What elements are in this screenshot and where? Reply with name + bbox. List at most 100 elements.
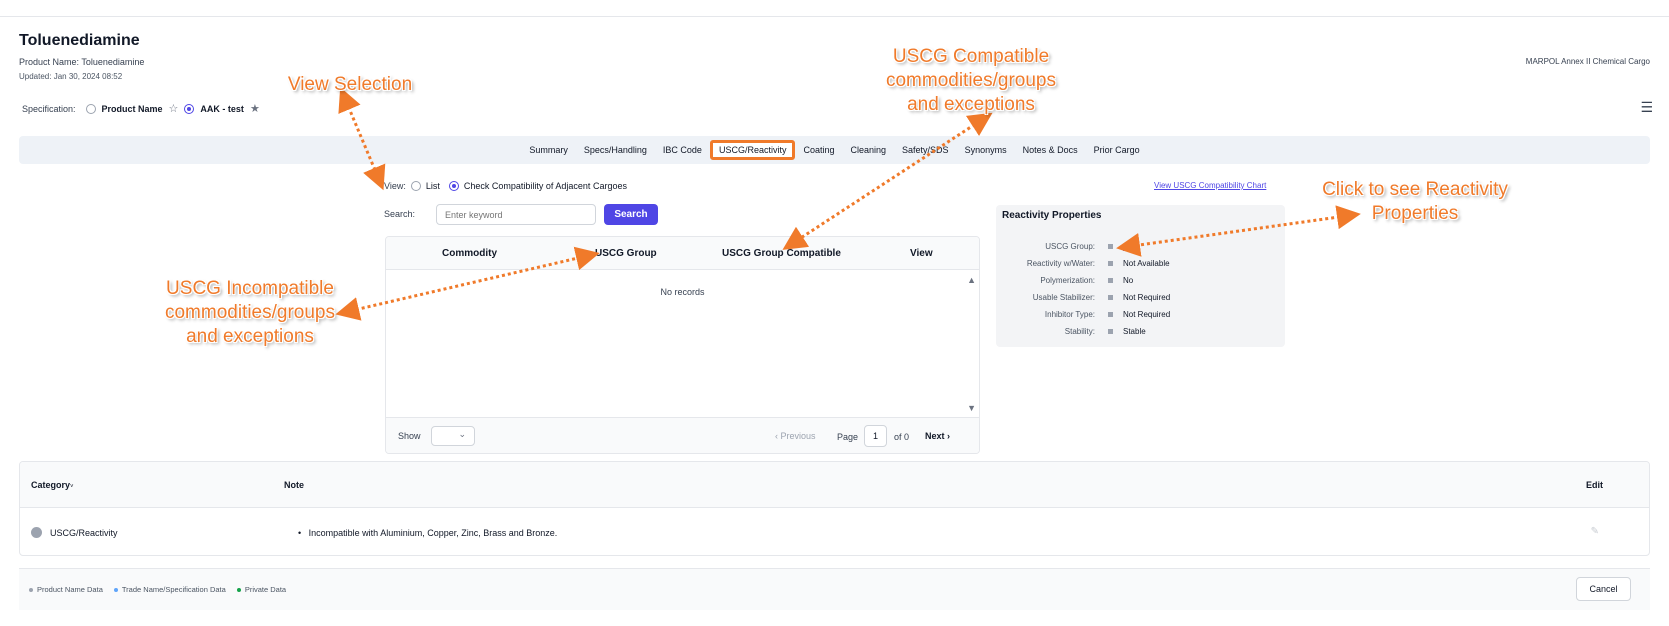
- data-marker: [1108, 261, 1113, 266]
- page-label: Page: [837, 432, 859, 442]
- pagination-bar: Show ‹ Previous Page 1 of 0 Next ›: [386, 417, 979, 453]
- reactivity-key: Stability:: [1064, 327, 1095, 336]
- empty-state: No records: [660, 287, 705, 297]
- cargo-category-label: MARPOL Annex II Chemical Cargo: [1525, 57, 1650, 66]
- reactivity-row: USCG Group: 9: [996, 242, 1285, 256]
- column-category[interactable]: Category˅: [31, 480, 74, 490]
- annotation-reactivity: Click to see Reactivity Properties: [1322, 179, 1508, 224]
- reactivity-row: Stability: Stable: [996, 327, 1285, 341]
- notes-table: Category˅ Note Edit USCG/Reactivity • In…: [19, 461, 1650, 556]
- tab-ibc-code[interactable]: IBC Code: [655, 141, 710, 159]
- data-marker: [1108, 329, 1113, 334]
- reactivity-value: Not Available: [1123, 259, 1170, 268]
- tab-specs-handling[interactable]: Specs/Handling: [576, 141, 655, 159]
- spec-radio-product-name[interactable]: [85, 103, 96, 114]
- specification-selector: Specification: Product Name ☆ AAK - test…: [22, 102, 260, 115]
- spec-option-aak-test[interactable]: AAK - test: [200, 104, 244, 114]
- reactivity-panel: USCG Group: 9 Reactivity w/Water: Not Av…: [996, 205, 1285, 347]
- legend-dot: [236, 588, 241, 593]
- tab-notes-docs[interactable]: Notes & Docs: [1015, 141, 1086, 159]
- view-selector: View: List Check Compatibility of Adjace…: [384, 181, 627, 191]
- tab-cleaning[interactable]: Cleaning: [843, 141, 895, 159]
- show-label: Show: [398, 431, 421, 441]
- previous-button[interactable]: ‹ Previous: [775, 431, 816, 441]
- next-button[interactable]: Next ›: [925, 431, 950, 441]
- note-text-value: Incompatible with Aluminium, Copper, Zin…: [308, 528, 558, 538]
- column-view[interactable]: View: [910, 248, 933, 259]
- legend-item: Private Data: [236, 585, 287, 594]
- edit-icon[interactable]: ✎: [1591, 526, 1599, 537]
- reactivity-value: Not Required: [1123, 293, 1171, 302]
- reactivity-key: Polymerization:: [1040, 276, 1095, 285]
- reactivity-row: Inhibitor Type: Not Required: [996, 310, 1285, 324]
- view-radio-list[interactable]: [410, 181, 421, 191]
- search-label: Search:: [384, 209, 416, 219]
- data-marker: [1108, 244, 1113, 249]
- reactivity-key: Usable Stabilizer:: [1032, 293, 1095, 302]
- scroll-down-icon[interactable]: ▼: [967, 403, 976, 413]
- legend-label: Private Data: [244, 585, 287, 594]
- legend-label: Trade Name/Specification Data: [121, 585, 226, 594]
- column-commodity[interactable]: Commodity: [442, 248, 497, 259]
- tab-coating[interactable]: Coating: [795, 141, 842, 159]
- tab-synonyms[interactable]: Synonyms: [957, 141, 1015, 159]
- data-marker: [1108, 295, 1113, 300]
- tab-uscg-reactivity[interactable]: USCG/Reactivity: [709, 140, 796, 160]
- reactivity-row: Usable Stabilizer: Not Required: [996, 293, 1285, 307]
- column-edit: Edit: [1586, 480, 1603, 490]
- reactivity-key: Reactivity w/Water:: [1026, 259, 1095, 268]
- tab-bar: Summary Specs/Handling IBC Code USCG/Rea…: [19, 136, 1650, 164]
- tab-prior-cargo[interactable]: Prior Cargo: [1086, 141, 1148, 159]
- page-count: of 0: [894, 432, 910, 442]
- commodity-table-header: Commodity USCG Group USCG Group Compatib…: [386, 237, 979, 270]
- reactivity-row: Reactivity w/Water: Not Available: [996, 259, 1285, 273]
- column-category-label: Category: [31, 480, 71, 490]
- page-number-input[interactable]: 1: [864, 425, 887, 447]
- search-input[interactable]: [436, 204, 596, 225]
- spec-radio-aak-test[interactable]: [184, 103, 195, 114]
- compatibility-chart-link[interactable]: View USCG Compatibility Chart: [1154, 181, 1266, 190]
- legend-dot: [29, 588, 33, 593]
- annotation-compatible: USCG Compatible commodities/groups and e…: [885, 46, 1057, 115]
- tab-summary[interactable]: Summary: [521, 141, 576, 159]
- spec-option-product-name[interactable]: Product Name: [102, 104, 163, 114]
- view-option-list[interactable]: List: [426, 181, 440, 191]
- legend-footer: Product Name Data Trade Name/Specificati…: [19, 568, 1650, 610]
- reactivity-value: Not Required: [1123, 310, 1171, 319]
- view-label: View:: [384, 181, 406, 191]
- search-button[interactable]: Search: [604, 204, 658, 225]
- page-title: Toluenediamine: [19, 32, 140, 49]
- legend-item: Trade Name/Specification Data: [113, 585, 226, 594]
- data-marker: [1108, 312, 1113, 317]
- scroll-up-icon[interactable]: ▲: [967, 275, 976, 285]
- legend-label: Product Name Data: [37, 585, 103, 594]
- data-marker: [1108, 278, 1113, 283]
- legend-dot: [113, 588, 118, 593]
- star-outline-icon[interactable]: ☆: [169, 102, 179, 115]
- view-option-compatibility[interactable]: Check Compatibility of Adjacent Cargoes: [464, 181, 627, 191]
- column-uscg-group[interactable]: USCG Group: [595, 248, 657, 259]
- star-filled-icon[interactable]: ★: [250, 102, 260, 115]
- legend: Product Name Data Trade Name/Specificati…: [29, 585, 286, 594]
- note-text: • Incompatible with Aluminium, Copper, Z…: [298, 528, 558, 538]
- legend-item: Product Name Data: [29, 585, 103, 594]
- view-radio-compatibility[interactable]: [448, 181, 459, 191]
- uscg-group-link[interactable]: 9: [1123, 242, 1127, 251]
- notes-table-header: Category˅ Note Edit: [20, 462, 1649, 508]
- column-note: Note: [284, 480, 304, 490]
- cancel-button[interactable]: Cancel: [1576, 577, 1631, 601]
- annotation-incompatible: USCG Incompatible commodities/groups and…: [164, 278, 336, 347]
- column-uscg-group-compatible[interactable]: USCG Group Compatible: [722, 248, 841, 259]
- tab-safety-sds[interactable]: Safety/SDS: [894, 141, 957, 159]
- sort-icon[interactable]: ˅: [70, 484, 74, 490]
- data-source-dot: [31, 527, 42, 538]
- note-category: USCG/Reactivity: [50, 528, 118, 538]
- reactivity-key: USCG Group:: [1045, 242, 1095, 251]
- specification-label: Specification:: [22, 103, 76, 114]
- menu-icon[interactable]: ☰: [1640, 99, 1653, 116]
- reactivity-row: Polymerization: No: [996, 276, 1285, 290]
- reactivity-key: Inhibitor Type:: [1044, 310, 1095, 319]
- reactivity-value: No: [1123, 276, 1134, 285]
- page-size-select[interactable]: [431, 426, 475, 446]
- updated-timestamp: Updated: Jan 30, 2024 08:52: [19, 72, 123, 81]
